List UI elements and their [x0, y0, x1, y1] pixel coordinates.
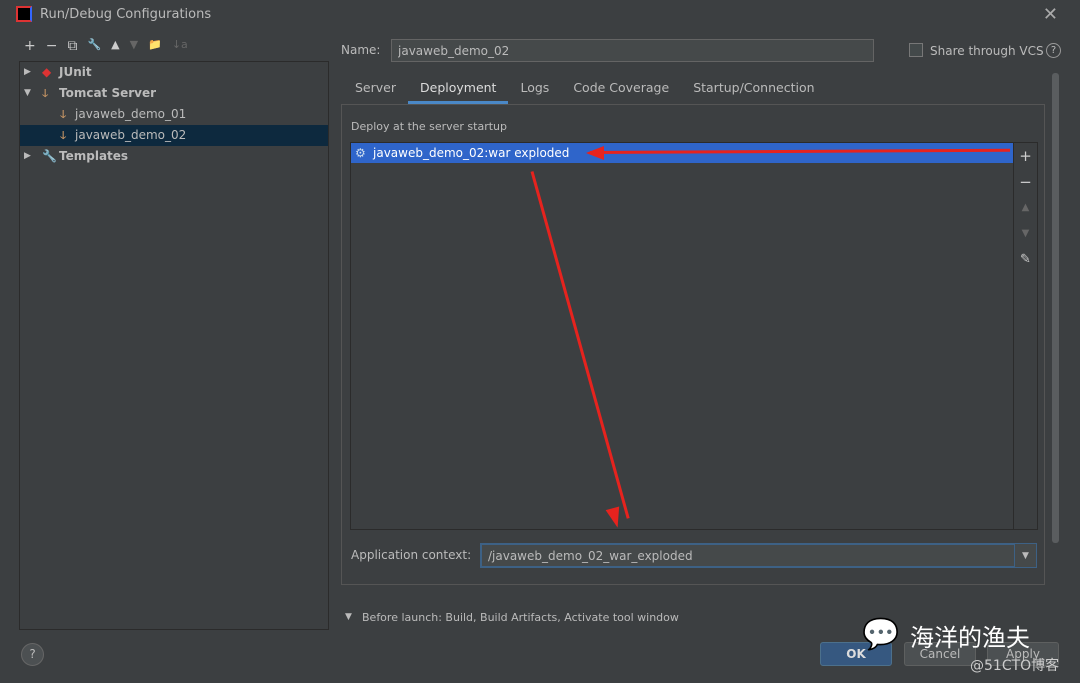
add-icon[interactable]: +	[1014, 143, 1037, 169]
deploy-list: ⚙ javaweb_demo_02:war exploded + − ▲ ▼ ✎	[350, 142, 1038, 530]
tomcat-icon: ↆ	[60, 128, 67, 142]
watermark-name: 海洋的渔夫	[910, 624, 1030, 652]
chevron-down-icon[interactable]: ▼	[1014, 543, 1037, 568]
window-title: Run/Debug Configurations	[40, 7, 212, 22]
wechat-icon: 💬	[862, 617, 900, 652]
tab-logs[interactable]: Logs	[508, 78, 561, 104]
folder-icon[interactable]: 📁	[148, 38, 162, 54]
share-label: Share through VCS	[930, 44, 1044, 58]
wrench-icon: 🔧	[42, 149, 57, 163]
before-launch[interactable]: Before launch: Build, Build Artifacts, A…	[362, 611, 679, 624]
chevron-down-icon[interactable]: ▼	[345, 612, 352, 622]
tomcat-icon: ↆ	[42, 86, 49, 100]
move-up-icon[interactable]: ▲	[111, 38, 119, 54]
tomcat-icon: ↆ	[60, 107, 67, 121]
remove-icon[interactable]: −	[1014, 169, 1037, 195]
list-actions: + − ▲ ▼ ✎	[1013, 143, 1037, 529]
tab-deployment[interactable]: Deployment	[408, 78, 509, 104]
sort-icon[interactable]: ↓a	[172, 38, 188, 54]
help-button[interactable]: ?	[21, 643, 44, 666]
artifact-icon: ⚙	[355, 146, 366, 160]
remove-icon[interactable]: −	[46, 38, 58, 54]
share-checkbox[interactable]	[909, 43, 923, 57]
add-icon[interactable]: +	[24, 38, 36, 54]
tree-item-junit[interactable]: ▶ ◆ JUnit	[20, 62, 328, 83]
watermark-site: @51CTO博客	[970, 658, 1060, 674]
config-tree: ▶ ◆ JUnit ▼ ↆ Tomcat Server ↆ javaweb_demo_01…	[19, 61, 329, 630]
context-label: Application context:	[351, 548, 472, 562]
tree-item-tomcat[interactable]: ▼ ↆ Tomcat Server	[20, 83, 328, 104]
app-logo	[16, 6, 32, 22]
move-down-icon[interactable]: ▼	[130, 38, 138, 54]
section-label: Deploy at the server startup	[351, 120, 508, 133]
name-input[interactable]	[391, 39, 874, 62]
tree-item-templates[interactable]: ▶ 🔧 Templates	[20, 146, 328, 167]
name-label: Name:	[341, 43, 381, 57]
copy-icon[interactable]: ⧉	[67, 38, 77, 54]
tab-startup-connection[interactable]: Startup/Connection	[681, 78, 826, 104]
junit-icon: ◆	[42, 65, 52, 79]
tab-bar: Server Deployment Logs Code Coverage Sta…	[343, 78, 827, 104]
wrench-icon[interactable]: 🔧	[87, 38, 101, 54]
move-down-icon[interactable]: ▼	[1014, 221, 1037, 247]
scrollbar[interactable]	[1052, 73, 1059, 543]
edit-icon[interactable]: ✎	[1014, 247, 1037, 273]
arrow-head	[586, 146, 604, 160]
tab-server[interactable]: Server	[343, 78, 408, 104]
context-input[interactable]	[480, 543, 1016, 568]
help-icon[interactable]: ?	[1046, 43, 1061, 58]
close-icon[interactable]: ✕	[1043, 4, 1058, 25]
tab-code-coverage[interactable]: Code Coverage	[561, 78, 681, 104]
toolbar: + − ⧉ 🔧 ▲ ▼ 📁 ↓a	[24, 38, 188, 54]
move-up-icon[interactable]: ▲	[1014, 195, 1037, 221]
tree-item-demo01[interactable]: ↆ javaweb_demo_01	[20, 104, 328, 125]
tree-item-demo02[interactable]: ↆ javaweb_demo_02	[20, 125, 328, 146]
